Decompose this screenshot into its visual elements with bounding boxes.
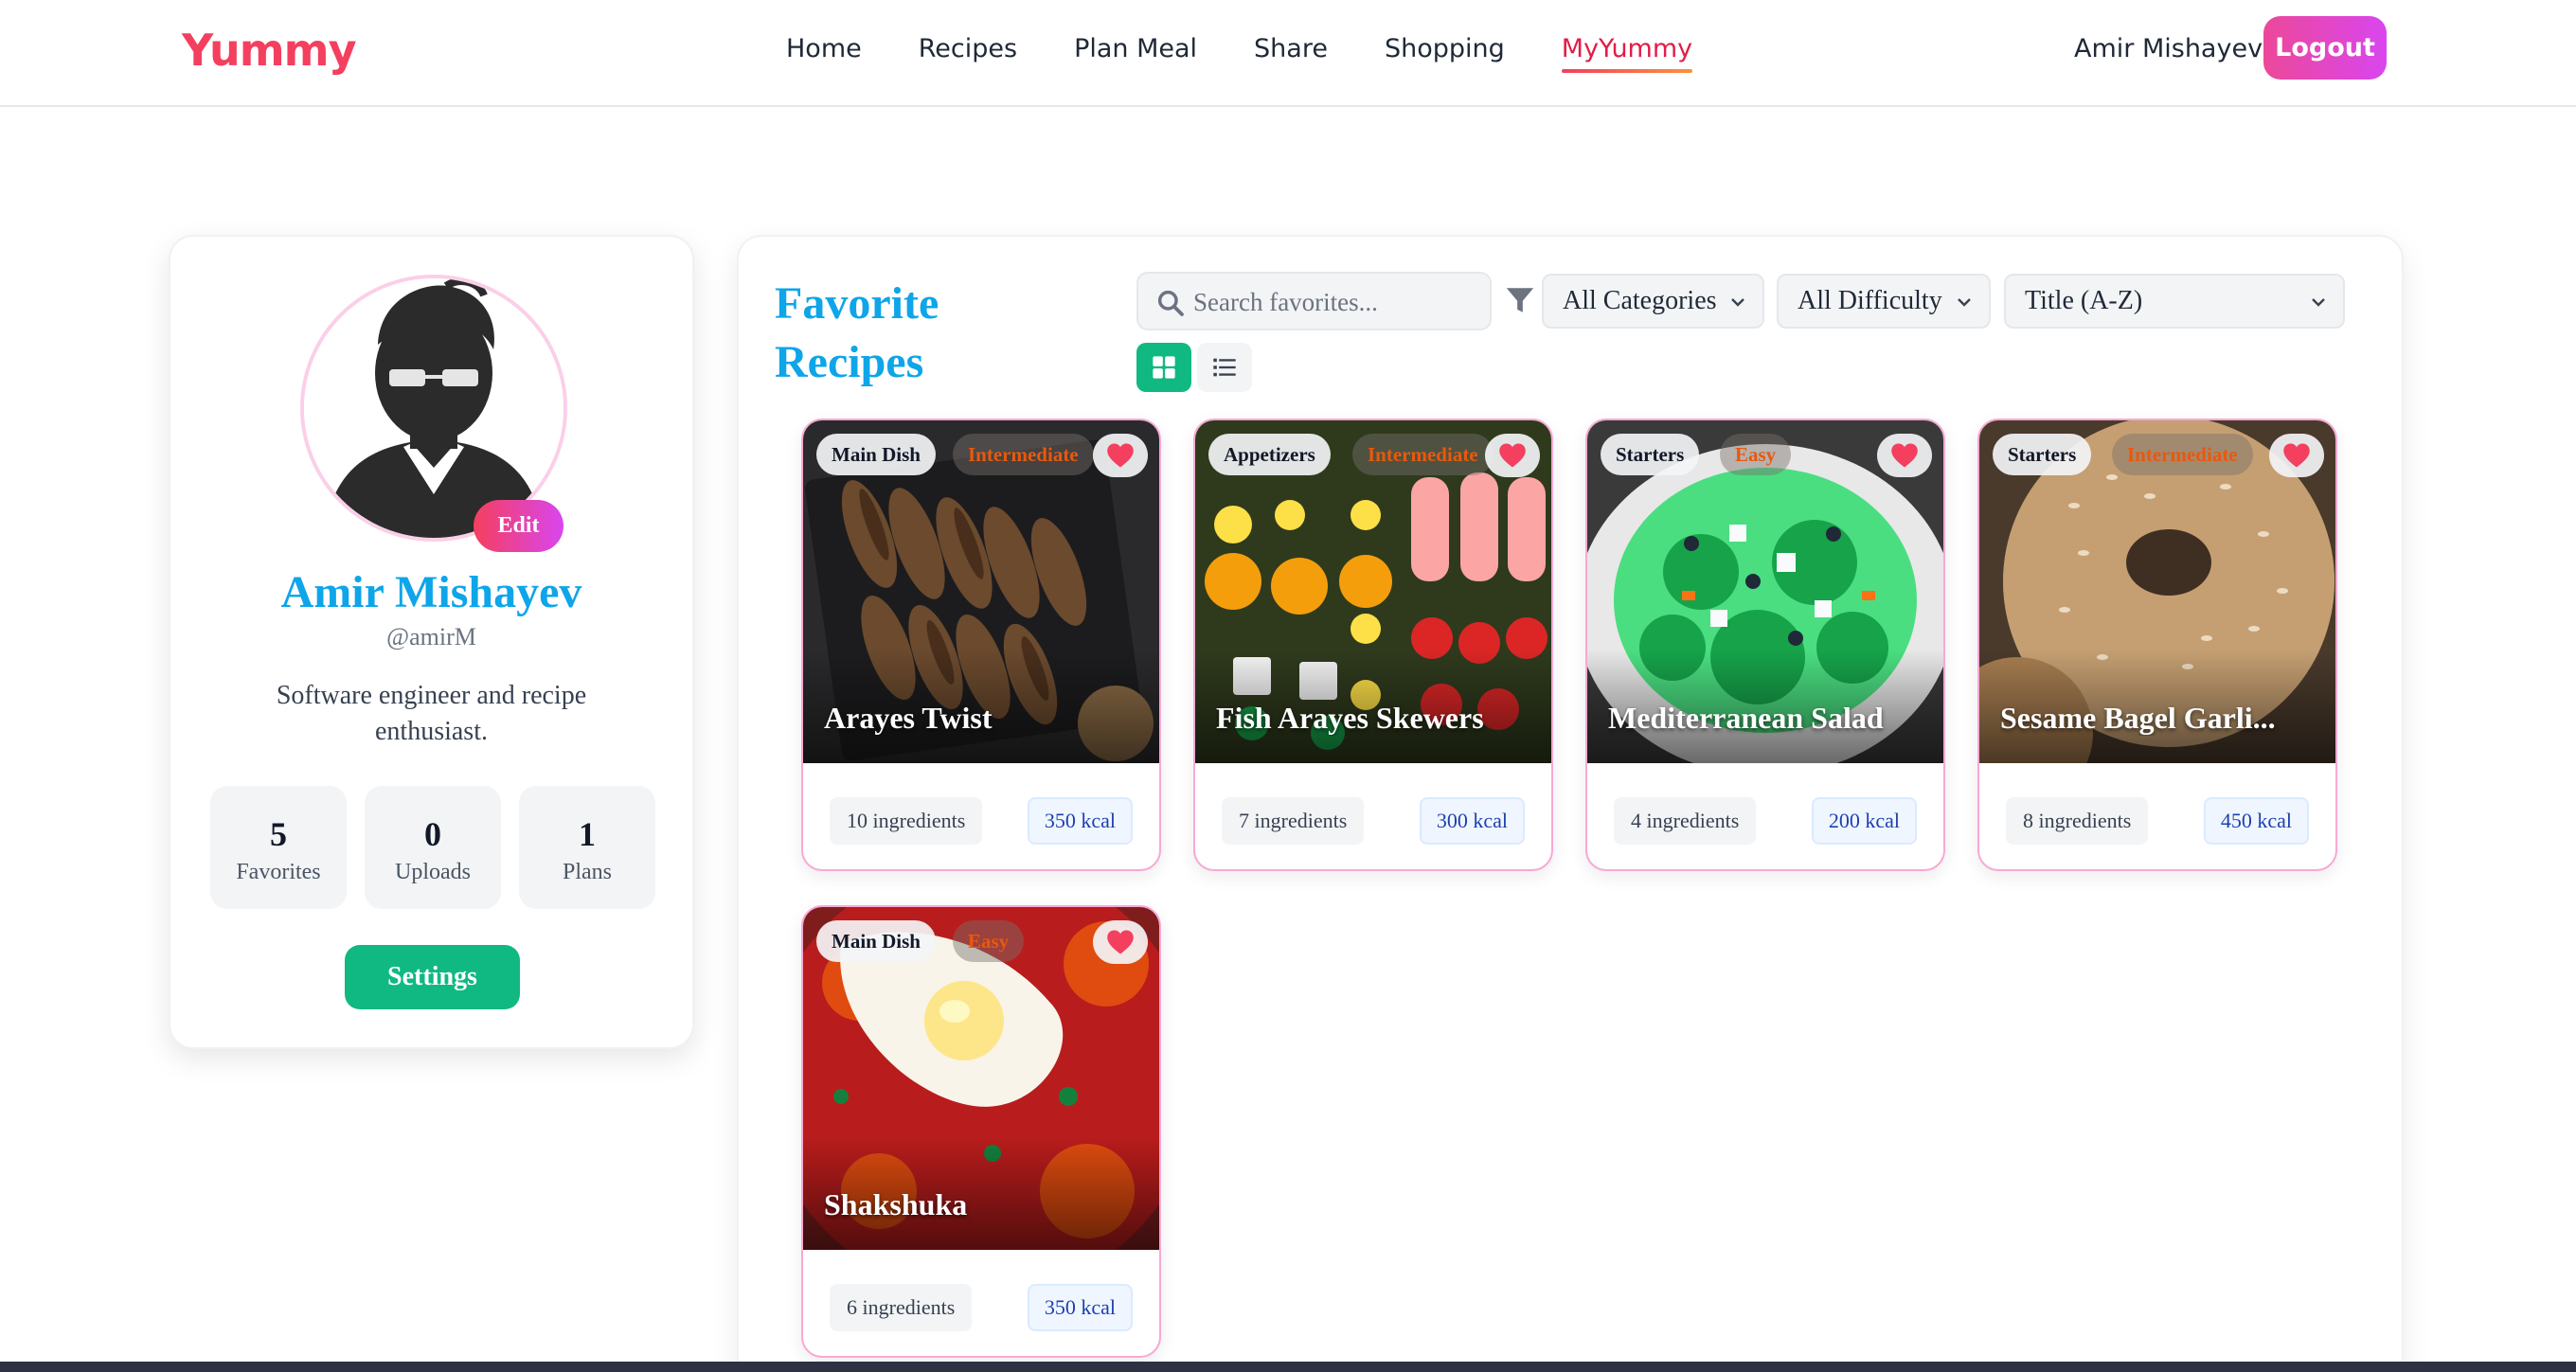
favorites-panel: Favorite Recipes All Categories All Diff…: [737, 235, 2404, 1372]
list-view-button[interactable]: [1197, 343, 1252, 392]
edit-profile-button[interactable]: Edit: [474, 500, 564, 552]
profile-bio: Software engineer and recipe enthusiast.: [276, 681, 587, 746]
nav-share[interactable]: Share: [1254, 34, 1328, 69]
calories-badge: 350 kcal: [1027, 1284, 1133, 1331]
search-input[interactable]: [1193, 281, 1477, 323]
stat-plans: 1 Plans: [519, 786, 655, 909]
category-select-value: All Categories: [1563, 286, 1717, 315]
difficulty-select[interactable]: All Difficulty: [1777, 274, 1991, 329]
heart-icon: [1107, 443, 1134, 468]
stat-value: 5: [270, 815, 287, 853]
list-view-icon: [1213, 358, 1236, 377]
search-icon: [1157, 290, 1184, 316]
heart-icon: [2283, 443, 2310, 468]
favorite-toggle[interactable]: [1093, 920, 1148, 964]
recipe-card[interactable]: Appetizers Intermediate Fish Arayes Skew…: [1193, 419, 1553, 871]
favorites-title: Favorite Recipes: [775, 278, 939, 387]
favorite-toggle[interactable]: [1485, 434, 1540, 477]
profile-stats: 5 Favorites 0 Uploads 1 Plans: [210, 786, 655, 909]
nav-shopping[interactable]: Shopping: [1385, 34, 1505, 69]
top-header: Yummy Home Recipes Plan Meal Share Shopp…: [0, 0, 2576, 107]
heart-icon: [1499, 443, 1526, 468]
profile-handle: @amirM: [386, 623, 476, 650]
recipe-title: Arayes Twist: [824, 701, 993, 735]
bottom-bar: [0, 1362, 2576, 1372]
calories-badge: 450 kcal: [2203, 797, 2309, 845]
profile-name: Amir Mishayev: [280, 567, 582, 617]
ingredients-badge: 7 ingredients: [1222, 797, 1365, 845]
header-user-name: Amir Mishayev: [2074, 34, 2263, 63]
difficulty-badge: Easy: [1720, 434, 1792, 475]
category-badge: Main Dish: [816, 434, 936, 475]
nav-myyummy[interactable]: MyYummy: [1561, 34, 1693, 73]
logout-button[interactable]: Logout: [2263, 16, 2387, 80]
stat-uploads: 0 Uploads: [365, 786, 501, 909]
recipe-card[interactable]: Starters Easy Mediterranean Salad 4 ingr…: [1585, 419, 1945, 871]
calories-badge: 300 kcal: [1419, 797, 1525, 845]
search-box[interactable]: [1136, 272, 1492, 330]
favorite-toggle[interactable]: [1093, 434, 1148, 477]
calories-badge: 350 kcal: [1027, 797, 1133, 845]
nav-recipes[interactable]: Recipes: [919, 34, 1017, 69]
stat-favorites: 5 Favorites: [210, 786, 347, 909]
ingredients-badge: 10 ingredients: [830, 797, 983, 845]
stat-value: 1: [579, 815, 596, 853]
heart-icon: [1891, 443, 1918, 468]
recipe-title: Fish Arayes Skewers: [1216, 701, 1484, 735]
difficulty-badge: Intermediate: [1352, 434, 1494, 475]
grid-view-button[interactable]: [1136, 343, 1191, 392]
main-nav: Home Recipes Plan Meal Share Shopping My…: [786, 34, 1749, 73]
ingredients-badge: 8 ingredients: [2006, 797, 2149, 845]
category-select[interactable]: All Categories: [1542, 274, 1764, 329]
nav-plan-meal[interactable]: Plan Meal: [1074, 34, 1197, 69]
stat-label: Uploads: [395, 860, 471, 884]
difficulty-badge: Easy: [953, 920, 1025, 962]
profile-card: Edit Amir Mishayev @amirM Software engin…: [169, 235, 694, 1049]
sort-select-value: Title (A-Z): [2025, 286, 2143, 315]
recipe-title: Mediterranean Salad: [1608, 701, 1884, 735]
filter-icon: [1506, 288, 1534, 312]
sort-select[interactable]: Title (A-Z): [2004, 274, 2345, 329]
difficulty-select-value: All Difficulty: [1798, 286, 1942, 315]
category-badge: Starters: [1601, 434, 1700, 475]
category-badge: Starters: [1993, 434, 2092, 475]
difficulty-badge: Intermediate: [953, 434, 1094, 475]
avatar-icon: [304, 278, 564, 538]
recipe-card[interactable]: Starters Intermediate Sesame Bagel Garli…: [1977, 419, 2337, 871]
brand-logo[interactable]: Yummy: [182, 25, 357, 76]
recipe-card[interactable]: Main Dish Intermediate Arayes Twist 10 i…: [801, 419, 1161, 871]
difficulty-badge: Intermediate: [2112, 434, 2253, 475]
stat-label: Plans: [562, 860, 612, 884]
category-badge: Appetizers: [1208, 434, 1331, 475]
stat-label: Favorites: [236, 860, 321, 884]
category-badge: Main Dish: [816, 920, 936, 962]
favorite-toggle[interactable]: [2269, 434, 2324, 477]
recipe-title: Shakshuka: [824, 1187, 968, 1221]
chevron-down-icon: [2312, 298, 2325, 307]
favorite-toggle[interactable]: [1877, 434, 1932, 477]
stat-value: 0: [424, 815, 441, 853]
recipe-card[interactable]: Main Dish Easy Shakshuka 6 ingredients 3…: [801, 905, 1161, 1358]
ingredients-badge: 4 ingredients: [1614, 797, 1757, 845]
chevron-down-icon: [1731, 298, 1744, 307]
ingredients-badge: 6 ingredients: [830, 1284, 973, 1331]
chevron-down-icon: [1958, 298, 1971, 307]
calories-badge: 200 kcal: [1811, 797, 1917, 845]
recipe-title: Sesame Bagel Garli...: [2000, 701, 2276, 735]
settings-button[interactable]: Settings: [345, 945, 520, 1009]
heart-icon: [1107, 930, 1134, 954]
grid-view-icon: [1153, 356, 1175, 379]
nav-home[interactable]: Home: [786, 34, 862, 69]
